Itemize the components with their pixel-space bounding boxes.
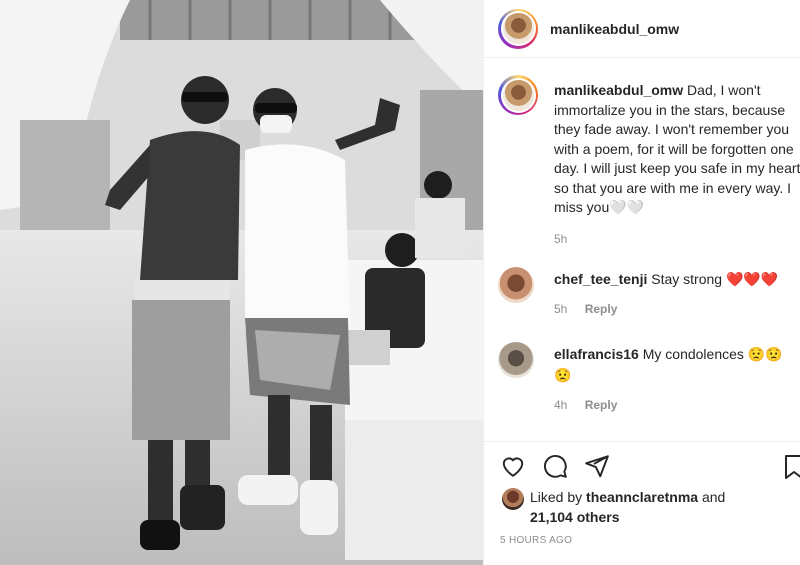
post-actions: Liked by theannclaretnma and 21,104 othe…: [484, 441, 800, 565]
comment-text: chef_tee_tenji Stay strong ❤️❤️❤️: [554, 267, 794, 290]
author-username[interactable]: manlikeabdul_omw: [550, 21, 679, 37]
comment-item: chef_tee_tenji Stay strong ❤️❤️❤️ 5h Rep…: [498, 267, 800, 316]
comment-time[interactable]: 4h: [554, 398, 567, 412]
comment-item: ellafrancis16 My condolences 😟😟😟 4h Repl…: [498, 342, 800, 412]
commenter-username[interactable]: ellafrancis16: [554, 346, 639, 362]
likes-text: Liked by theannclaretnma and 21,104 othe…: [530, 487, 725, 527]
post-header: manlikeabdul_omw: [484, 0, 800, 58]
comment-time[interactable]: 5h: [554, 302, 567, 316]
commenter-avatar[interactable]: [498, 267, 534, 303]
photo-illustration: [0, 0, 483, 565]
post-timestamp[interactable]: 5 HOURS AGO: [500, 535, 572, 546]
comment-meta: 5h Reply: [554, 302, 800, 316]
author-avatar[interactable]: [498, 8, 538, 49]
caption-meta: 5h: [554, 232, 800, 246]
commenter-username[interactable]: chef_tee_tenji: [554, 271, 647, 287]
caption: manlikeabdul_omw Dad, I won't immortaliz…: [498, 75, 800, 246]
likes-prefix: Liked by: [530, 489, 583, 505]
post-photo[interactable]: [0, 0, 483, 565]
caption-avatar[interactable]: [498, 75, 538, 115]
comment-body: Stay strong ❤️❤️❤️: [651, 271, 779, 287]
caption-text: manlikeabdul_omw Dad, I won't immortaliz…: [554, 75, 800, 218]
caption-username[interactable]: manlikeabdul_omw: [554, 82, 683, 98]
comment-icon[interactable]: [542, 453, 568, 479]
likes-summary: Liked by theannclaretnma and 21,104 othe…: [502, 487, 725, 527]
heart-icon[interactable]: [500, 453, 526, 479]
share-icon[interactable]: [584, 453, 610, 479]
likes-count[interactable]: 21,104 others: [530, 509, 620, 525]
comment-meta: 4h Reply: [554, 398, 800, 412]
action-icons: [500, 452, 610, 480]
bookmark-icon[interactable]: [784, 454, 800, 480]
reply-button[interactable]: Reply: [585, 398, 618, 412]
reply-button[interactable]: Reply: [585, 302, 618, 316]
caption-time[interactable]: 5h: [554, 232, 567, 246]
likes-connector: and: [701, 489, 726, 505]
post-panel: manlikeabdul_omw manlikeabdul_omw Dad, I…: [483, 0, 800, 565]
liker-username[interactable]: theannclaretnma: [586, 489, 698, 505]
commenter-avatar[interactable]: [498, 342, 534, 378]
caption-body: Dad, I won't immortalize you in the star…: [554, 82, 800, 215]
liker-avatar[interactable]: [502, 488, 524, 510]
comment-text: ellafrancis16 My condolences 😟😟😟: [554, 342, 794, 386]
comments-section[interactable]: manlikeabdul_omw Dad, I won't immortaliz…: [484, 59, 800, 441]
